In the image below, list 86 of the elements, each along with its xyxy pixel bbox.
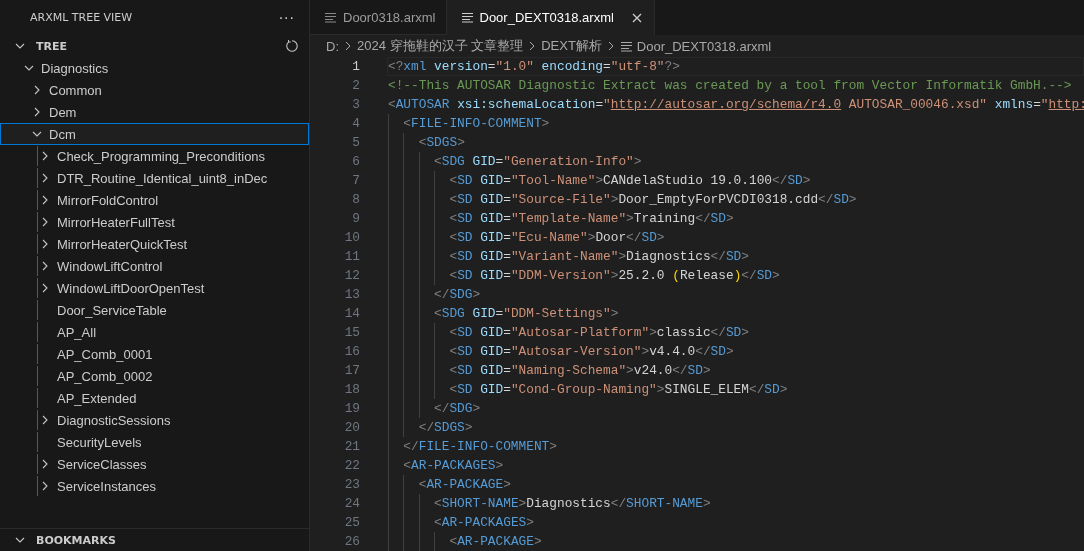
code-line: <SDGS> bbox=[387, 133, 1084, 152]
tree-item[interactable]: AP_Extended bbox=[0, 387, 309, 409]
code-line: </FILE-INFO-COMMENT> bbox=[387, 437, 1084, 456]
line-number: 6 bbox=[351, 154, 361, 169]
more-actions-button[interactable]: ··· bbox=[278, 9, 295, 26]
tree-item[interactable]: ServiceClasses bbox=[0, 453, 309, 475]
code-line: <SD GID="Autosar-Version">v4.4.0</SD> bbox=[387, 342, 1084, 361]
line-number: 14 bbox=[343, 306, 361, 321]
editor-tab[interactable]: Door_DEXT0318.arxml bbox=[446, 0, 655, 35]
tree-item[interactable]: SecurityLevels bbox=[0, 431, 309, 453]
editor-tab[interactable]: Door0318.arxml bbox=[310, 0, 447, 35]
refresh-icon[interactable] bbox=[285, 39, 299, 53]
line-number: 17 bbox=[343, 363, 361, 378]
line-number: 23 bbox=[343, 477, 361, 492]
code-line: <SHORT-NAME>Diagnostics</SHORT-NAME> bbox=[387, 494, 1084, 513]
code-line: <AUTOSAR xsi:schemaLocation="http://autosar.org/schema/r4.0 AUTOSAR_00046.xsd" xmlns="http: bbox=[387, 96, 1084, 114]
line-number: 25 bbox=[343, 515, 361, 530]
code-line: <SD GID="Source-File">Door_EmptyForPVCDI0318.cdd</SD> bbox=[387, 190, 1084, 209]
tree-item[interactable]: Dem bbox=[0, 101, 309, 123]
tree-item[interactable]: WindowLiftDoorOpenTest bbox=[0, 277, 309, 299]
code-line: <SD GID="Ecu-Name">Door</SD> bbox=[387, 228, 1084, 247]
line-number: 13 bbox=[343, 287, 361, 302]
tree-item[interactable]: AP_Comb_0001 bbox=[0, 343, 309, 365]
breadcrumb[interactable]: D: bbox=[326, 38, 339, 54]
line-number: 16 bbox=[343, 344, 361, 359]
chevron-right-icon bbox=[343, 41, 353, 51]
code-line: <!--This AUTOSAR Diagnostic Extract was created by a tool from Vector Informatik GmbH.--> bbox=[387, 77, 1073, 95]
code-line: <AR-PACKAGE> bbox=[387, 475, 1084, 494]
tree-item[interactable]: Door_ServiceTable bbox=[0, 299, 309, 321]
code-line: <SD GID="Template-Name">Training</SD> bbox=[387, 209, 1084, 228]
line-number: 9 bbox=[351, 211, 361, 226]
tree-item[interactable]: Common bbox=[0, 79, 309, 101]
code-line: <SD GID="Naming-Schema">v24.0</SD> bbox=[387, 361, 1084, 380]
line-number: 15 bbox=[343, 325, 361, 340]
line-number: 12 bbox=[343, 268, 361, 283]
code-line: <SD GID="Variant-Name">Diagnostics</SD> bbox=[387, 247, 1084, 266]
file-lines-icon bbox=[460, 12, 474, 23]
code-line: <SD GID="DDM-Version">25.2.0 (Release)</SD> bbox=[387, 266, 1084, 285]
file-lines-icon bbox=[324, 11, 337, 23]
code-line: <SDG GID="DDM-Settings"> bbox=[387, 304, 1084, 323]
code-line: <SD GID="Cond-Group-Naming">SINGLE_ELEM</SD> bbox=[387, 380, 1084, 399]
panel-title: ARXML TREE VIEW bbox=[30, 11, 133, 24]
line-number: 21 bbox=[343, 439, 361, 454]
file-lines-icon bbox=[619, 40, 633, 52]
code-line: <AR-PACKAGES> bbox=[387, 456, 1084, 475]
line-number: 3 bbox=[351, 97, 361, 112]
code-line: <SDG GID="Generation-Info"> bbox=[387, 152, 1084, 171]
code-line: <SD GID="Autosar-Platform">classic</SD> bbox=[387, 323, 1084, 342]
line-number: 11 bbox=[343, 249, 361, 264]
tree-item[interactable]: AP_Comb_0002 bbox=[0, 365, 309, 387]
tree-item[interactable]: ServiceInstances bbox=[0, 475, 309, 497]
tree-item[interactable]: MirrorHeaterFullTest bbox=[0, 211, 309, 233]
line-number: 22 bbox=[343, 458, 361, 473]
line-number: 18 bbox=[343, 382, 361, 397]
breadcrumb[interactable]: 2024 穿拖鞋的汉子 文章整理 bbox=[357, 37, 524, 55]
code-line: <FILE-INFO-COMMENT> bbox=[387, 114, 1084, 133]
line-number: 10 bbox=[343, 230, 361, 245]
line-number: 4 bbox=[351, 116, 361, 131]
line-number: 5 bbox=[351, 135, 361, 150]
tree-item[interactable]: AP_All bbox=[0, 321, 309, 343]
line-number: 26 bbox=[343, 534, 361, 549]
tree-item[interactable]: Diagnostics bbox=[0, 57, 309, 79]
tree-item[interactable]: Dcm bbox=[0, 123, 309, 145]
code-line: <AR-PACKAGE> bbox=[387, 532, 1084, 551]
breadcrumb[interactable]: Door_DEXT0318.arxml bbox=[636, 38, 772, 54]
tree-item[interactable]: DiagnosticSessions bbox=[0, 409, 309, 431]
tree-item[interactable]: MirrorHeaterQuickTest bbox=[0, 233, 309, 255]
line-number: 8 bbox=[351, 192, 361, 207]
line-number: 24 bbox=[343, 496, 361, 511]
code-line: </SDGS> bbox=[387, 418, 1084, 437]
tree-item[interactable]: MirrorFoldControl bbox=[0, 189, 309, 211]
tree-item[interactable]: Check_Programming_Preconditions bbox=[0, 145, 309, 167]
line-number: 2 bbox=[351, 78, 361, 93]
section-header[interactable]: TREE bbox=[0, 35, 309, 57]
code-line: <AR-PACKAGES> bbox=[387, 513, 1084, 532]
line-number: 19 bbox=[343, 401, 361, 416]
tree-item[interactable]: WindowLiftControl bbox=[0, 255, 309, 277]
code-line: <SD GID="Tool-Name">CANdelaStudio 19.0.100</SD> bbox=[387, 171, 1084, 190]
line-number: 20 bbox=[343, 420, 361, 435]
code-line: </SDG> bbox=[387, 285, 1084, 304]
breadcrumb[interactable]: DEXT解析 bbox=[541, 37, 602, 55]
code-line: </SDG> bbox=[387, 399, 1084, 418]
line-number: 1 bbox=[351, 59, 361, 74]
line-number: 7 bbox=[351, 173, 361, 188]
tree-item[interactable]: DTR_Routine_Identical_uint8_inDec bbox=[0, 167, 309, 189]
section-header[interactable]: BOOKMARKS bbox=[0, 529, 309, 551]
